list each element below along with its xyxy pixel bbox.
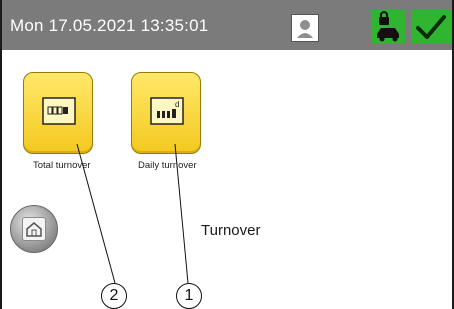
callout-1: 1 (176, 283, 202, 309)
confirm-button[interactable] (411, 10, 451, 44)
odometer-total-icon (42, 97, 76, 125)
lock-car-button[interactable] (371, 10, 405, 44)
checkmark-icon (416, 15, 446, 39)
daily-turnover-tile[interactable]: d (131, 72, 201, 154)
home-button[interactable] (10, 205, 58, 253)
daily-turnover-label: Daily turnover (138, 160, 197, 171)
daily-superscript: d (175, 100, 179, 109)
status-header: Mon 17.05.2021 13:35:01 (2, 0, 452, 50)
odometer-daily-icon: d (150, 97, 184, 125)
callout-2: 2 (101, 283, 127, 309)
total-turnover-tile[interactable] (23, 72, 93, 154)
home-icon-frame (22, 217, 46, 241)
total-turnover-label: Total turnover (33, 160, 91, 171)
user-button[interactable] (291, 14, 319, 42)
user-icon (293, 16, 317, 40)
home-icon (26, 222, 42, 237)
lock-car-icon (377, 11, 399, 42)
screen-title: Turnover (201, 222, 261, 239)
datetime-display: Mon 17.05.2021 13:35:01 (10, 16, 209, 35)
